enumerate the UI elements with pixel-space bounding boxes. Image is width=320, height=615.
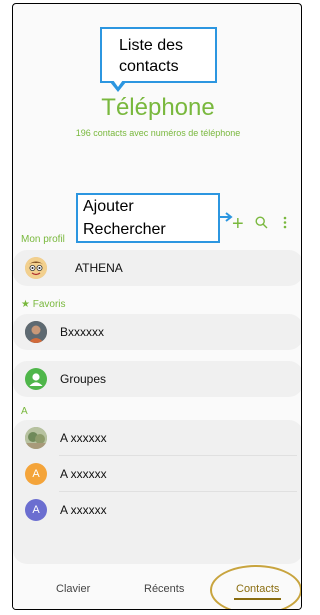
profile-card[interactable]: ATHENA [13,250,301,286]
contact-count-subtitle: 196 contacts avec numéros de téléphone [75,128,241,138]
annotation-callout-add-search: Ajouter Rechercher [76,193,220,243]
contact-name: Bxxxxxx [60,325,105,339]
tab-keypad[interactable]: Clavier [56,583,90,595]
annotation-pointer [110,80,126,92]
contact-name: A xxxxxx [60,431,107,445]
section-favorites: ★ Favoris [21,299,66,310]
photo-avatar-icon [25,427,47,449]
annotation-arrow [219,212,233,222]
avatar [25,257,47,279]
annotation-line: contacts [119,58,179,75]
annotation-highlight-circle [210,565,301,609]
list-item[interactable]: A A xxxxxx [13,492,301,528]
avatar: A [25,499,47,521]
favorites-card: Bxxxxxx [13,314,301,350]
more-vertical-icon [283,216,287,229]
search-button[interactable] [255,216,268,232]
contact-name: A xxxxxx [60,503,107,517]
avatar: A [25,463,47,485]
contacts-card-a: A xxxxxx A A xxxxxx A A xxxxxx [13,420,301,564]
tab-recents[interactable]: Récents [144,583,184,595]
search-icon [255,216,268,229]
annotation-callout-contacts-list: Liste des contacts [100,27,217,83]
section-my-profile: Mon profil [21,234,65,245]
list-item[interactable]: Bxxxxxx [13,314,301,350]
groups-card[interactable]: Groupes [13,361,301,397]
annotation-line: Liste des [119,37,184,54]
person-icon [29,373,43,386]
avatar [25,368,47,390]
profile-name: ATHENA [75,261,123,275]
avatar [25,321,47,343]
photo-avatar-icon [25,321,47,343]
list-item[interactable]: A xxxxxx [13,420,301,456]
phone-app-screen: Liste des contacts Téléphone 196 contact… [12,3,302,610]
cartoon-avatar-icon [25,257,47,279]
annotation-line: Ajouter [83,198,134,215]
section-letter-a: A [21,406,28,417]
avatar [25,427,47,449]
list-item[interactable]: A A xxxxxx [13,456,301,492]
annotation-line: Rechercher [83,221,166,238]
app-title: Téléphone [101,94,215,121]
contact-name: A xxxxxx [60,467,107,481]
add-contact-button[interactable]: + [232,214,244,234]
groups-label: Groupes [60,372,107,386]
more-options-button[interactable] [283,216,287,232]
